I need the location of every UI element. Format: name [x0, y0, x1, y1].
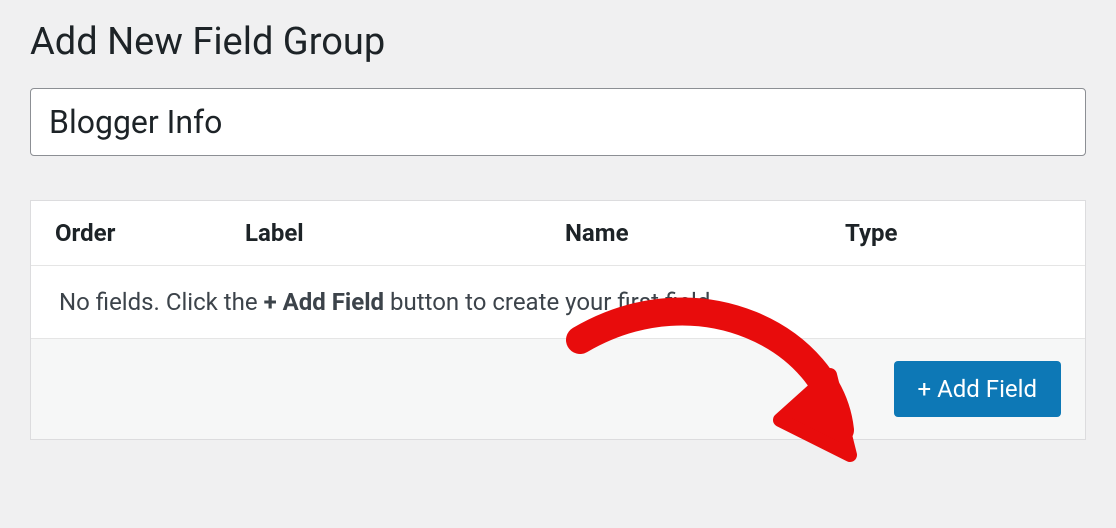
- column-header-label: Label: [245, 219, 565, 247]
- empty-fields-message: No fields. Click the + Add Field button …: [31, 266, 1085, 339]
- empty-suffix: button to create your first field.: [384, 288, 717, 316]
- fields-table-header: Order Label Name Type: [31, 201, 1085, 266]
- page-title: Add New Field Group: [30, 20, 1086, 64]
- empty-bold-action: + Add Field: [264, 288, 385, 316]
- field-group-title-input[interactable]: [30, 88, 1086, 156]
- empty-prefix: No fields. Click the: [59, 288, 264, 316]
- add-field-button[interactable]: + Add Field: [894, 361, 1061, 417]
- fields-footer: + Add Field: [31, 339, 1085, 439]
- column-header-name: Name: [565, 219, 845, 247]
- column-header-type: Type: [845, 219, 1061, 247]
- fields-panel: Order Label Name Type No fields. Click t…: [30, 200, 1086, 440]
- column-header-order: Order: [55, 219, 245, 247]
